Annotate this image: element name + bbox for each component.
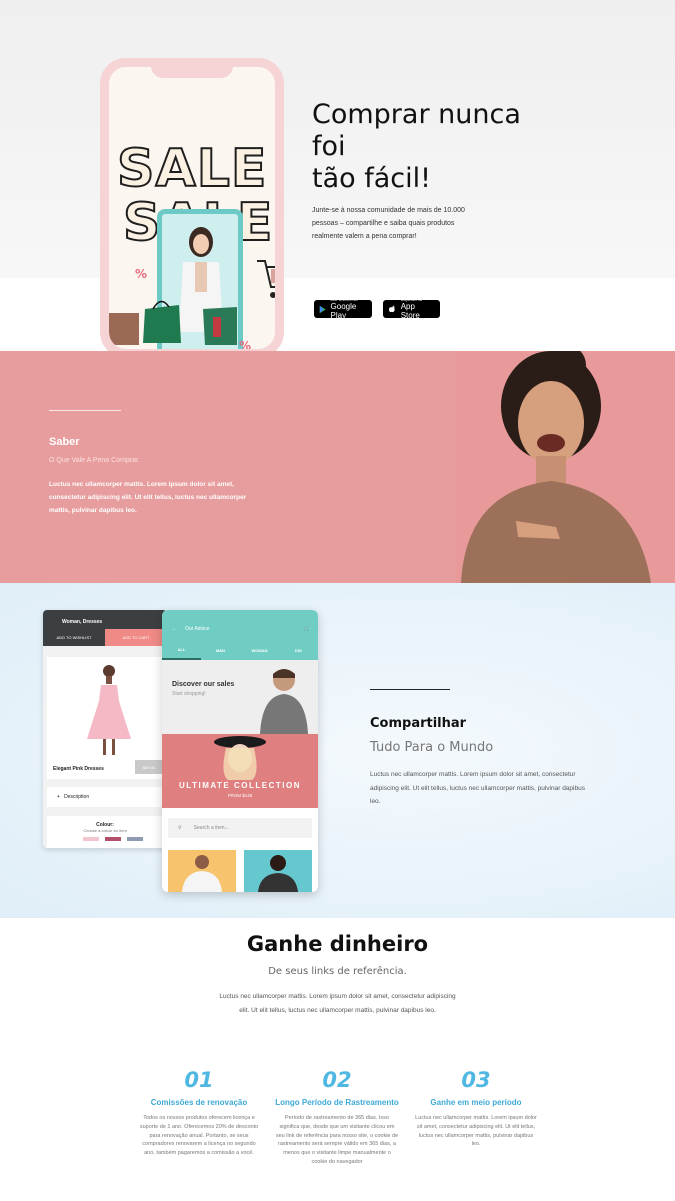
google-play-button[interactable]: DISPONÍVEL NO Google Play	[314, 298, 372, 320]
status-bar	[162, 610, 318, 618]
colour-swatch-3[interactable]	[127, 837, 143, 841]
app-store-button[interactable]: Disponível na App Store	[383, 298, 440, 320]
app-title: Our Advice	[185, 626, 210, 632]
hero-title-line-2: foi	[312, 131, 346, 162]
feature-number: 03	[461, 1068, 491, 1092]
share-body: Luctus nec ullamcorper mattis. Lorem ips…	[370, 771, 585, 805]
earn-subtitle: De seus links de referência.	[268, 966, 407, 977]
hero-section: SALE SALE % % Comprar nunca foi	[0, 0, 675, 351]
saber-title: Saber	[49, 436, 80, 448]
product-actions: ADD TO WISHLIST ADD TO CART	[43, 629, 167, 646]
cart-icon[interactable]: 🛒	[304, 626, 310, 632]
percent-symbol-2: %	[239, 339, 252, 351]
tab-all[interactable]: ALL	[162, 640, 201, 660]
colour-row: Colour: Choose a colour for item	[47, 816, 163, 848]
description-row[interactable]: + Description	[47, 787, 163, 807]
tab-man[interactable]: MAN	[201, 640, 240, 660]
category-tabs: ALL MAN WOMAN KID	[162, 640, 318, 660]
feature-column-3: 03 Ganhe em meio período Luctus nec ulla…	[414, 1068, 538, 1149]
add-to-cart-button[interactable]: ADD TO CART	[105, 629, 167, 646]
shopping-cart-icon	[257, 260, 275, 298]
saber-section: Saber O Que Vale A Pena Comprar. Luctus …	[0, 351, 675, 583]
shop-home-mockup: ← Our Advice 🛒 ALL MAN WOMAN KID Discove…	[162, 610, 318, 892]
feature-text: Luctus nec ullamcorper mattis. Lorem ips…	[415, 1115, 537, 1148]
add-to-wishlist-button[interactable]: ADD TO WISHLIST	[43, 629, 105, 646]
search-bar[interactable]: ⚲ Search a item...	[168, 818, 312, 838]
google-play-icon	[319, 305, 326, 313]
man-model-image	[260, 669, 308, 734]
product-tile-woman[interactable]	[244, 850, 312, 892]
plus-icon: +	[57, 794, 60, 800]
back-arrow-icon[interactable]: ←	[172, 626, 177, 632]
feature-number: 02	[322, 1068, 352, 1092]
share-subtitle: Tudo Para o Mundo	[370, 740, 494, 755]
app-store-big-text: App Store	[400, 302, 420, 320]
colour-swatch-1[interactable]	[83, 837, 99, 841]
product-header: Woman, Dresses	[43, 610, 167, 629]
product-price: $89.00	[135, 760, 163, 774]
feature-title: Comissões de renovação	[150, 1098, 248, 1107]
colour-swatches	[47, 837, 163, 841]
google-play-big-text: Google Play	[330, 302, 357, 320]
hero-description: Junte-se à nossa comunidade de mais de 1…	[312, 207, 465, 240]
feature-title: Longo Período de Rastreamento	[275, 1098, 399, 1107]
share-divider	[370, 689, 450, 690]
tab-woman[interactable]: WOMAN	[240, 640, 279, 660]
hero-phone-illustration: SALE SALE % %	[100, 58, 284, 351]
colour-hint: Choose a colour for item	[83, 828, 127, 833]
feature-column-2: 02 Longo Período de Rastreamento Período…	[275, 1068, 399, 1167]
colour-swatch-2[interactable]	[105, 837, 121, 841]
hero-title: Comprar nunca foi tão fácil!	[312, 99, 542, 195]
green-bag-2-icon	[203, 307, 237, 345]
discover-title: Discover our sales	[172, 681, 235, 688]
product-detail-mockup: Woman, Dresses ADD TO WISHLIST ADD TO CA…	[43, 610, 167, 848]
apple-icon	[388, 304, 395, 312]
pink-dress-image	[87, 665, 131, 755]
share-section: Woman, Dresses ADD TO WISHLIST ADD TO CA…	[0, 583, 675, 918]
discover-subtitle: Start shopping!	[172, 691, 206, 697]
collection-subtitle: FROM $149	[227, 793, 253, 798]
discover-banner[interactable]: Discover our sales Start shopping!	[162, 660, 318, 734]
phone-speaker	[151, 67, 233, 78]
percent-symbol-1: %	[135, 267, 148, 281]
collection-banner[interactable]: ULTIMATE COLLECTION FROM $149	[162, 734, 318, 808]
feature-number: 01	[184, 1068, 214, 1092]
search-icon: ⚲	[178, 825, 182, 831]
feature-text: Todos os nossos produtos oferecem licenç…	[139, 1115, 259, 1157]
feature-column-1: 01 Comissões de renovação Todos os nosso…	[137, 1068, 261, 1158]
feature-text: Período de rastreamento de 365 dias. Iss…	[275, 1115, 399, 1165]
brown-bag-icon	[109, 313, 139, 345]
collection-title: ULTIMATE COLLECTION	[179, 781, 301, 790]
product-name: Elegant Pink Dresses	[53, 766, 104, 772]
excited-woman-photo	[456, 351, 675, 583]
earn-body: Luctus nec ullamcorper mattis. Lorem ips…	[219, 993, 456, 1014]
app-bar: ← Our Advice 🛒	[162, 618, 318, 640]
hero-title-line-3: tão fácil!	[312, 163, 431, 194]
woman-hat-model-image	[214, 736, 266, 780]
share-title: Compartilhar	[370, 716, 467, 731]
hero-title-line-1: Comprar nunca	[312, 99, 521, 130]
saber-divider	[49, 410, 121, 411]
product-tile-man[interactable]	[168, 850, 236, 892]
saber-subtitle: O Que Vale A Pena Comprar.	[49, 457, 140, 464]
green-bag-icon	[143, 300, 181, 343]
sale-text-1: SALE	[116, 138, 268, 200]
search-input[interactable]: Search a item...	[194, 825, 229, 831]
feature-title: Ganhe em meio período	[430, 1098, 522, 1107]
description-label: Description	[64, 794, 90, 800]
saber-body: Luctus nec ullamcorper mattis. Lorem ips…	[49, 481, 247, 514]
tab-kid[interactable]: KID	[279, 640, 318, 660]
earn-title: Ganhe dinheiro	[246, 932, 429, 956]
